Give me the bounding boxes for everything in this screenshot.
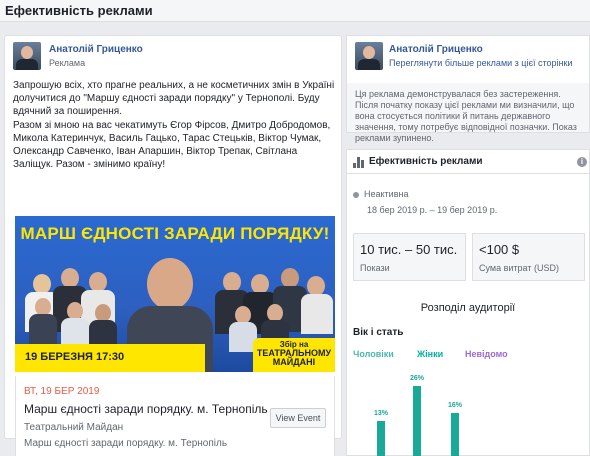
political-ad-notice: Ця реклама демонструвалася без застереже… — [346, 83, 590, 143]
age-gender-chart: 13% 26% 16% — [347, 365, 589, 456]
chart-bar-label: 13% — [373, 410, 388, 418]
event-place: Театральний Майдан — [24, 422, 124, 433]
impressions-metric: 10 тис. – 50 тис. Покази — [353, 233, 466, 281]
advertiser-name[interactable]: Анатолій Гриценко — [389, 44, 483, 55]
spend-label: Сума витрат (USD) — [479, 263, 559, 273]
title-bar: Ефективність реклами — [0, 0, 590, 22]
advertiser-name[interactable]: Анатолій Гриценко — [49, 44, 143, 55]
impressions-label: Покази — [360, 263, 390, 273]
image-banner-text: МАРШ ЄДНОСТІ ЗАРАДИ ПОРЯДКУ! — [20, 224, 330, 243]
impressions-value: 10 тис. – 50 тис. — [360, 242, 458, 257]
ad-image[interactable]: МАРШ ЄДНОСТІ ЗАРАДИ ПОРЯДКУ! 19 БЕРЕЗНЯ … — [15, 216, 335, 372]
info-icon[interactable]: i — [577, 157, 587, 167]
performance-card: Ефективність реклами i Неактивна 18 бер … — [346, 149, 590, 456]
chart-bar[interactable] — [377, 421, 385, 456]
legend-women[interactable]: Жінки — [417, 349, 443, 359]
spend-value: <100 $ — [479, 242, 520, 257]
advertiser-avatar[interactable] — [13, 42, 41, 70]
advertiser-avatar[interactable] — [355, 42, 383, 70]
status-text: Неактивна — [364, 189, 409, 199]
event-subtitle: Марш єдності заради порядку. м. Тернопіл… — [24, 438, 228, 449]
bar-chart-icon — [353, 157, 365, 168]
age-gender-title: Вік і стать — [353, 327, 404, 338]
performance-header: Ефективність реклами i — [347, 150, 589, 174]
ad-header: Анатолій Гриценко Реклама — [13, 42, 333, 72]
chart-bar-label: 16% — [447, 402, 462, 409]
date-range: 18 бер 2019 р. – 19 бер 2019 р. — [367, 205, 498, 215]
page-title: Ефективність реклами — [5, 3, 153, 18]
legend-men[interactable]: Чоловіки — [353, 349, 394, 359]
ad-text-paragraph: Разом зі мною на вас чекатимуть Єгор Фір… — [13, 120, 331, 170]
performance-title: Ефективність реклами — [369, 156, 483, 167]
event-title[interactable]: Марш єдності заради порядку. м. Тернопіл… — [24, 402, 268, 416]
chart-bar[interactable] — [451, 413, 459, 456]
ad-body-text: Запрошую всіх, хто прагне реальних, а не… — [13, 79, 335, 172]
advertiser-card: Анатолій Гриценко Переглянути більше рек… — [346, 35, 590, 83]
audience-title: Розподіл аудиторії — [420, 302, 516, 314]
ad-status: Неактивна — [353, 189, 408, 199]
more-ads-link[interactable]: Переглянути більше реклами з цієї сторін… — [389, 58, 573, 68]
event-date: ВТ, 19 БЕР 2019 — [24, 386, 100, 397]
legend-unknown[interactable]: Невідомо — [465, 349, 508, 359]
status-dot-icon — [353, 191, 359, 198]
view-event-button[interactable]: View Event — [270, 408, 326, 428]
event-attachment[interactable]: ВТ, 19 БЕР 2019 Марш єдності заради поря… — [15, 376, 335, 456]
chart-bar-label: 26% — [409, 374, 424, 382]
image-date-text: 19 БЕРЕЗНЯ 17:30 — [25, 351, 125, 363]
chart-bar[interactable] — [413, 385, 421, 456]
sponsored-label: Реклама — [49, 58, 86, 68]
meeting-line: МАЙДАНІ — [272, 357, 316, 367]
image-meeting-badge: Збір на ТЕАТРАЛЬНОМУ МАЙДАНІ — [253, 338, 335, 372]
ad-text-paragraph: Запрошую всіх, хто прагне реальних, а не… — [13, 80, 335, 117]
spend-metric: <100 $ Сума витрат (USD) — [472, 233, 585, 281]
ad-preview-card: Анатолій Гриценко Реклама Запрошую всіх,… — [4, 35, 342, 456]
